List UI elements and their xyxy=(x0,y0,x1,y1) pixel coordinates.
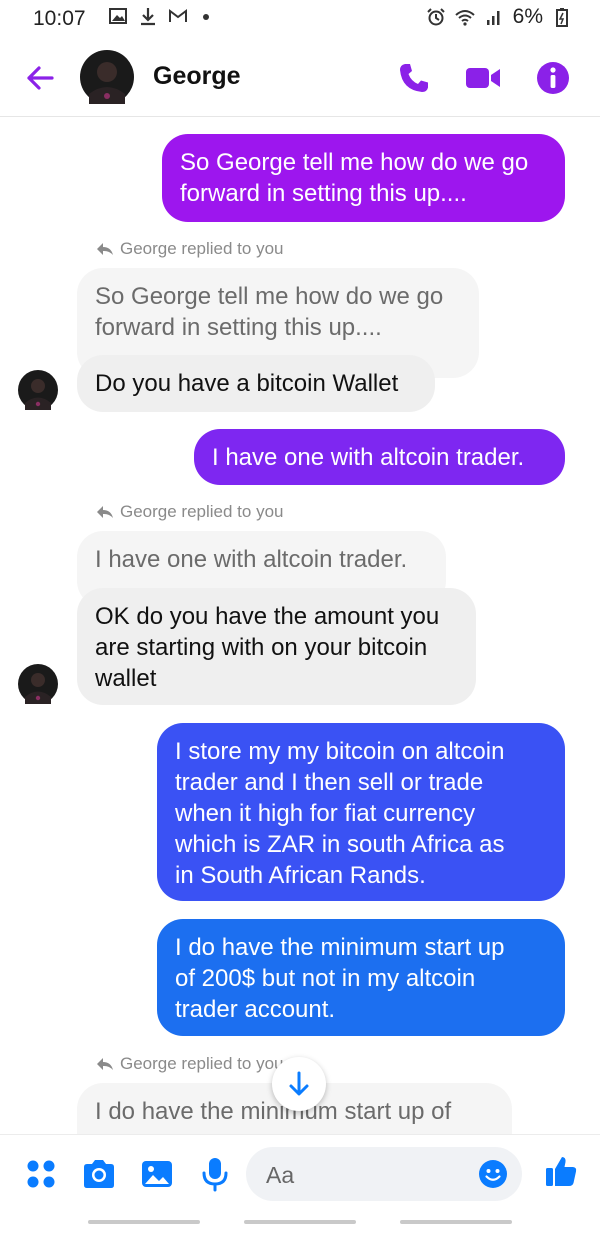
reply-note-text: George replied to you xyxy=(120,1054,284,1073)
incoming-message[interactable]: Do you have a bitcoin Wallet xyxy=(77,355,435,412)
reply-note-text: George replied to you xyxy=(120,502,284,521)
message-input[interactable] xyxy=(264,1159,468,1191)
reply-arrow-icon xyxy=(97,506,113,518)
nav-recents-handle[interactable] xyxy=(88,1220,200,1224)
nav-back-handle[interactable] xyxy=(400,1220,512,1224)
message-composer xyxy=(0,1134,600,1213)
menu-dots-icon[interactable] xyxy=(22,1155,60,1193)
signal-icon xyxy=(486,11,500,25)
avatar[interactable] xyxy=(80,50,134,104)
microphone-icon[interactable] xyxy=(196,1155,234,1193)
outgoing-message[interactable]: So George tell me how do we go forward i… xyxy=(162,134,565,222)
dot-icon xyxy=(203,14,209,20)
phone-icon[interactable] xyxy=(394,58,434,98)
wifi-icon xyxy=(454,10,475,26)
status-time: 10:07 xyxy=(33,7,86,30)
download-icon xyxy=(141,8,155,26)
reply-arrow-icon xyxy=(97,243,113,255)
conversation-header: George xyxy=(0,40,600,117)
outgoing-message[interactable]: I do have the minimum start up of 200$ b… xyxy=(157,919,565,1036)
reply-arrow-icon xyxy=(97,1058,113,1070)
battery-icon xyxy=(556,8,568,27)
back-arrow-icon[interactable] xyxy=(22,60,58,96)
camera-icon[interactable] xyxy=(80,1155,118,1193)
avatar[interactable] xyxy=(18,664,58,704)
reply-indicator: George replied to you xyxy=(96,239,284,259)
arrow-down-icon xyxy=(289,1071,309,1096)
battery-percent: 6% xyxy=(512,5,543,28)
info-icon[interactable] xyxy=(533,58,573,98)
reply-indicator: George replied to you xyxy=(96,502,284,522)
gmail-icon xyxy=(169,9,187,22)
reply-note-text: George replied to you xyxy=(120,239,284,258)
emoji-icon[interactable] xyxy=(478,1159,508,1189)
contact-name[interactable]: George xyxy=(153,62,241,91)
nav-home-handle[interactable] xyxy=(244,1220,356,1224)
system-navigation-bar xyxy=(0,1212,600,1233)
alarm-icon xyxy=(426,8,445,26)
thumbs-up-icon[interactable] xyxy=(542,1152,580,1190)
reply-indicator: George replied to you xyxy=(96,1054,284,1074)
gallery-icon xyxy=(109,8,127,24)
incoming-message[interactable]: OK do you have the amount you are starti… xyxy=(77,588,476,705)
status-bar: 10:07 6% xyxy=(0,0,600,40)
outgoing-message[interactable]: I have one with altcoin trader. xyxy=(194,429,565,485)
outgoing-message[interactable]: I store my my bitcoin on altcoin trader … xyxy=(157,723,565,901)
message-input-container[interactable] xyxy=(246,1147,522,1201)
scroll-to-bottom-button[interactable] xyxy=(272,1057,326,1111)
image-icon[interactable] xyxy=(138,1155,176,1193)
avatar[interactable] xyxy=(18,370,58,410)
video-camera-icon[interactable] xyxy=(463,58,503,98)
